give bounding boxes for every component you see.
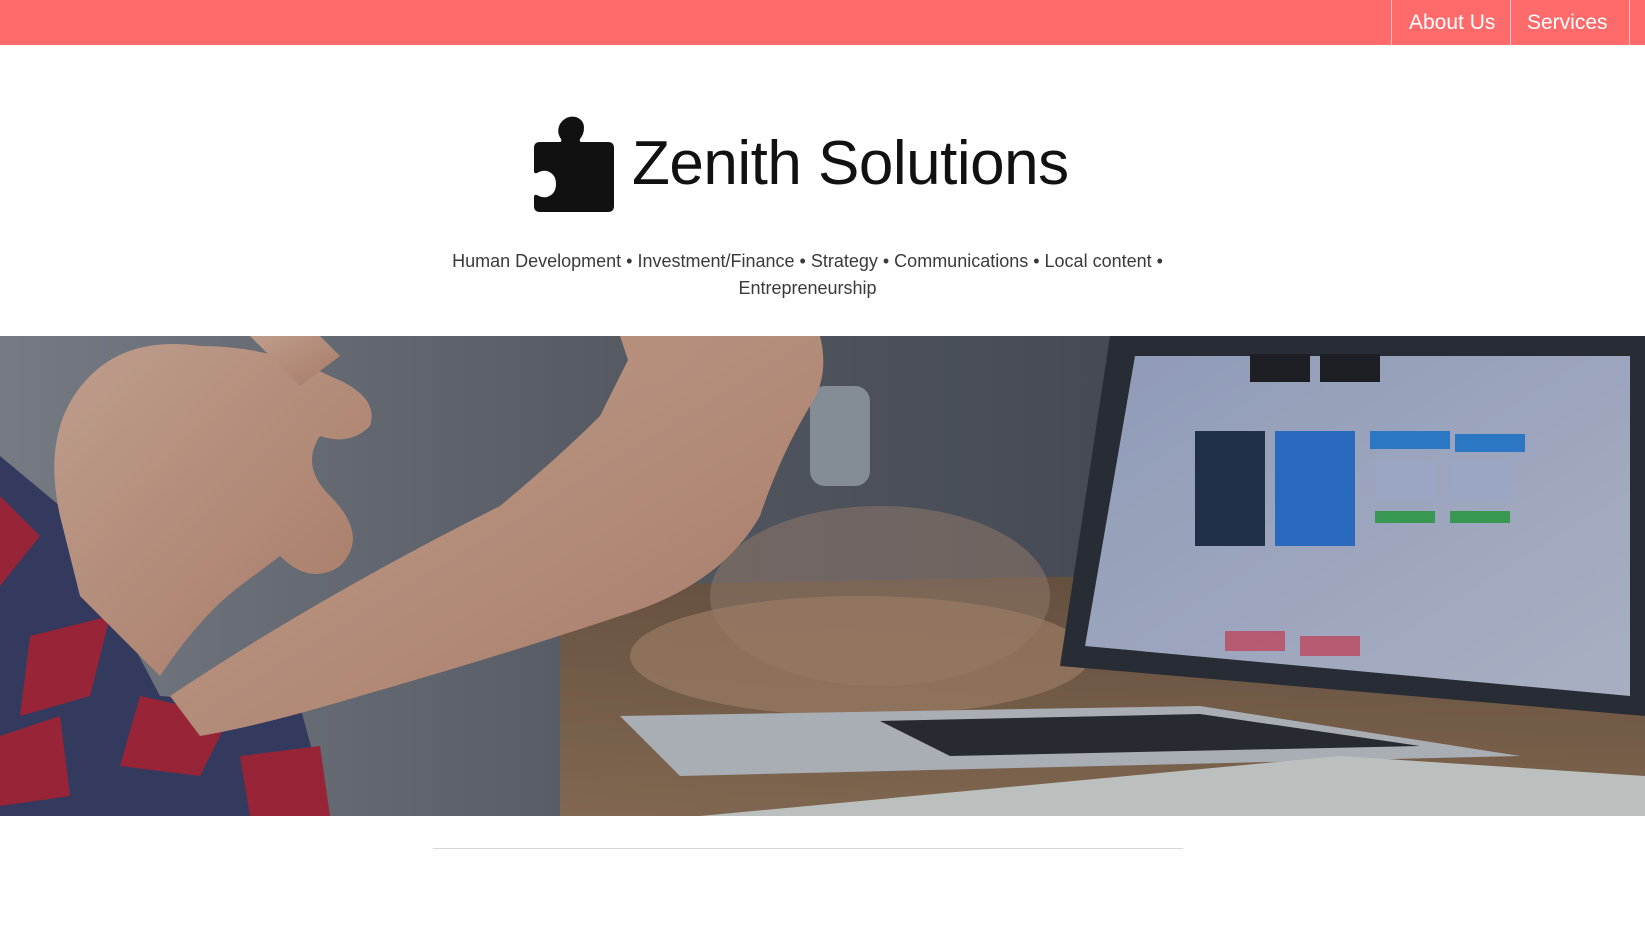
top-nav-bar: About Us Services C bbox=[0, 0, 1645, 45]
main-nav: About Us Services C bbox=[1391, 0, 1645, 45]
brand-name: Zenith Solutions bbox=[632, 129, 1069, 198]
puzzle-piece-icon bbox=[532, 114, 616, 214]
hero-image bbox=[0, 336, 1645, 816]
site-tagline: Human Development • Investment/Finance •… bbox=[452, 251, 1163, 298]
nav-about-us-label: About Us bbox=[1409, 10, 1496, 34]
nav-item-partial[interactable]: C bbox=[1629, 0, 1645, 45]
nav-about-us[interactable]: About Us bbox=[1391, 0, 1510, 45]
nav-services-label: Services bbox=[1527, 10, 1608, 34]
nav-services[interactable]: Services bbox=[1510, 0, 1629, 45]
site-logo[interactable]: Zenith Solutions bbox=[532, 112, 1087, 216]
section-divider bbox=[433, 848, 1183, 849]
